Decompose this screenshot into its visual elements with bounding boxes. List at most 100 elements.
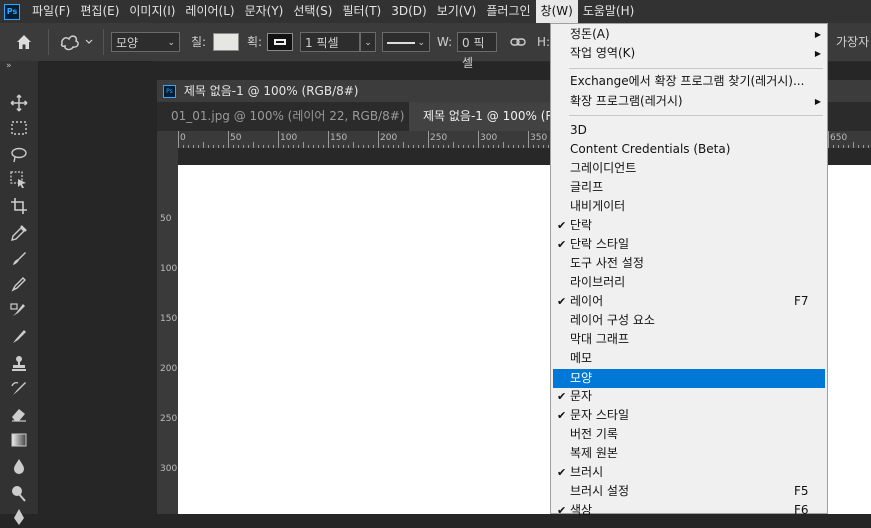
menu-item-label: 레이어 구성 요소 [570,313,655,327]
menu-help[interactable]: 도움말(H) [578,0,640,23]
menu-item-content-credentials[interactable]: Content Credentials (Beta) [551,140,827,159]
menu-item-label: 모양 [570,371,593,385]
menu-item-label: Content Credentials (Beta) [570,142,731,156]
object-selection-tool-icon[interactable] [8,169,30,191]
stroke-type-select[interactable]: ⌄ [382,32,430,52]
menu-item-character-styles[interactable]: ✔ 문자 스타일 [551,406,827,425]
blur-tool-icon[interactable] [8,455,30,477]
menu-layer[interactable]: 레이어(L) [180,0,239,23]
ruler-label: 50 [230,133,242,143]
menu-item-3d[interactable]: 3D [551,121,827,140]
menu-item-glyphs[interactable]: 글리프 [551,178,827,197]
menu-type[interactable]: 문자(Y) [240,0,289,23]
menu-plugins[interactable]: 플러그인 [481,0,535,23]
ruler-label: 100 [160,264,178,274]
art-history-brush-icon[interactable] [8,377,30,399]
tab-label: 제목 없음-1 @ 100% (RG [423,109,555,123]
fill-label: 칠: [191,35,207,49]
menu-item-paragraph-styles[interactable]: ✔ 단락 스타일 [551,235,827,254]
healing-brush-tool-icon[interactable] [8,247,30,269]
menu-item-histogram[interactable]: 막대 그래프 [551,330,827,349]
stroke-width-dropdown[interactable]: ⌄ [360,32,376,52]
settings-text: 가장자 [836,35,870,49]
submenu-arrow-icon: ▶ [814,97,821,106]
tab-01-01-jpg[interactable]: 01_01.jpg @ 100% (레이어 22, RGB/8#) * × [157,102,409,152]
pen-tool-icon[interactable] [8,506,30,528]
ruler-origin[interactable] [157,131,178,148]
menu-item-label: 레이어 [570,294,604,308]
menu-item-workspace[interactable]: 작업 영역(K) ▶ [551,44,827,63]
stroke-swatch[interactable] [267,33,293,51]
window-menu-dropdown: 정돈(A) ▶ 작업 영역(K) ▶ Exchange에서 확장 프로그램 찾기(레… [550,23,828,517]
menu-file[interactable]: 파일(F) [27,0,75,23]
width-value: 0 픽셀 [462,36,485,70]
menu-filter[interactable]: 필터(T) [337,0,386,23]
lasso-tool-icon[interactable] [8,144,30,166]
menu-item-gradients[interactable]: 그레이디언트 [551,159,827,178]
stroke-width-value: 1 픽셀 [305,36,339,50]
shape-tool-preset-icon[interactable] [58,31,96,51]
separator [103,29,104,55]
menu-item-paragraph[interactable]: ✔ 단락 [551,216,827,235]
marquee-tool-icon[interactable] [8,117,30,139]
menu-item-clone-source[interactable]: 복제 원본 [551,444,827,463]
menu-item-shapes[interactable]: 모양 [553,369,825,388]
menu-item-navigator[interactable]: 내비게이터 [551,197,827,216]
menu-shortcut: F5 [794,484,809,498]
menu-item-extensions[interactable]: 확장 프로그램(레거시) ▶ [551,92,827,111]
menu-image[interactable]: 이미지(I) [124,0,180,23]
stamp-tool-icon[interactable] [8,352,30,374]
clone-stamp-tool-icon[interactable] [8,299,30,321]
menu-edit[interactable]: 편집(E) [75,0,124,23]
photoshop-logo: Ps [4,3,20,20]
gradient-tool-icon[interactable] [8,429,30,451]
menu-item-arrange[interactable]: 정돈(A) ▶ [551,25,827,44]
checkmark-icon: ✔ [557,504,567,517]
stroke-label: 획: [247,35,263,49]
menu-window[interactable]: 창(W) [535,0,578,23]
menu-item-label: Exchange에서 확장 프로그램 찾기(레거시)... [570,74,805,88]
home-icon[interactable] [14,32,34,52]
crop-tool-icon[interactable] [8,195,30,217]
ruler-label: 250 [160,414,178,424]
history-brush-tool-icon[interactable] [8,325,30,347]
width-input[interactable]: 0 픽셀 [457,32,497,70]
workspace-background [39,61,157,514]
menu-item-tool-presets[interactable]: 도구 사전 설정 [551,254,827,273]
menu-item-label: 작업 영역(K) [570,46,636,60]
eyedropper-tool-icon[interactable] [8,222,30,244]
menu-item-layer-comps[interactable]: 레이어 구성 요소 [551,311,827,330]
menu-item-exchange[interactable]: Exchange에서 확장 프로그램 찾기(레거시)... [551,72,827,91]
menu-select[interactable]: 선택(S) [288,0,337,23]
checkmark-icon: ✔ [557,390,567,403]
menu-item-color[interactable]: ✔ 색상 F6 [551,501,827,520]
menu-item-notes[interactable]: 메모 [551,349,827,368]
menu-item-label: 글리프 [570,180,604,194]
menu-item-label: 색상 [570,503,593,517]
move-tool-icon[interactable] [8,92,30,114]
brush-tool-icon[interactable] [8,273,30,295]
menu-item-label: 그레이디언트 [570,161,637,175]
menu-item-brushes[interactable]: ✔ 브러시 [551,463,827,482]
dodge-tool-icon[interactable] [8,482,30,504]
stroke-width-input[interactable]: 1 픽셀 [300,32,360,52]
menu-3d[interactable]: 3D(D) [386,0,431,23]
menu-item-brush-settings[interactable]: 브러시 설정 F5 [551,482,827,501]
link-icon[interactable] [510,32,526,52]
menu-item-label: 브러시 [570,465,604,479]
shape-mode-select[interactable]: 모양 ⌄ [111,32,180,52]
menu-item-layers[interactable]: ✔ 레이어 F7 [551,292,827,311]
ruler-label: 250 [430,133,448,143]
menu-bar: Ps 파일(F) 편집(E) 이미지(I) 레이어(L) 문자(Y) 선택(S)… [0,0,871,23]
vertical-ruler[interactable]: 50 100 150 200 250 300 [157,148,178,514]
collapse-icon[interactable]: » [6,61,12,71]
submenu-arrow-icon: ▶ [814,49,821,58]
eraser-tool-icon[interactable] [8,403,30,425]
tab-untitled-1[interactable]: 제목 없음-1 @ 100% (RG [409,102,555,131]
fill-swatch[interactable] [213,33,239,51]
menu-item-libraries[interactable]: 라이브러리 [551,273,827,292]
menu-item-version-history[interactable]: 버전 기록 [551,425,827,444]
ruler-label: 200 [160,364,178,374]
menu-view[interactable]: 보기(V) [432,0,482,23]
menu-item-character[interactable]: ✔ 문자 [551,387,827,406]
